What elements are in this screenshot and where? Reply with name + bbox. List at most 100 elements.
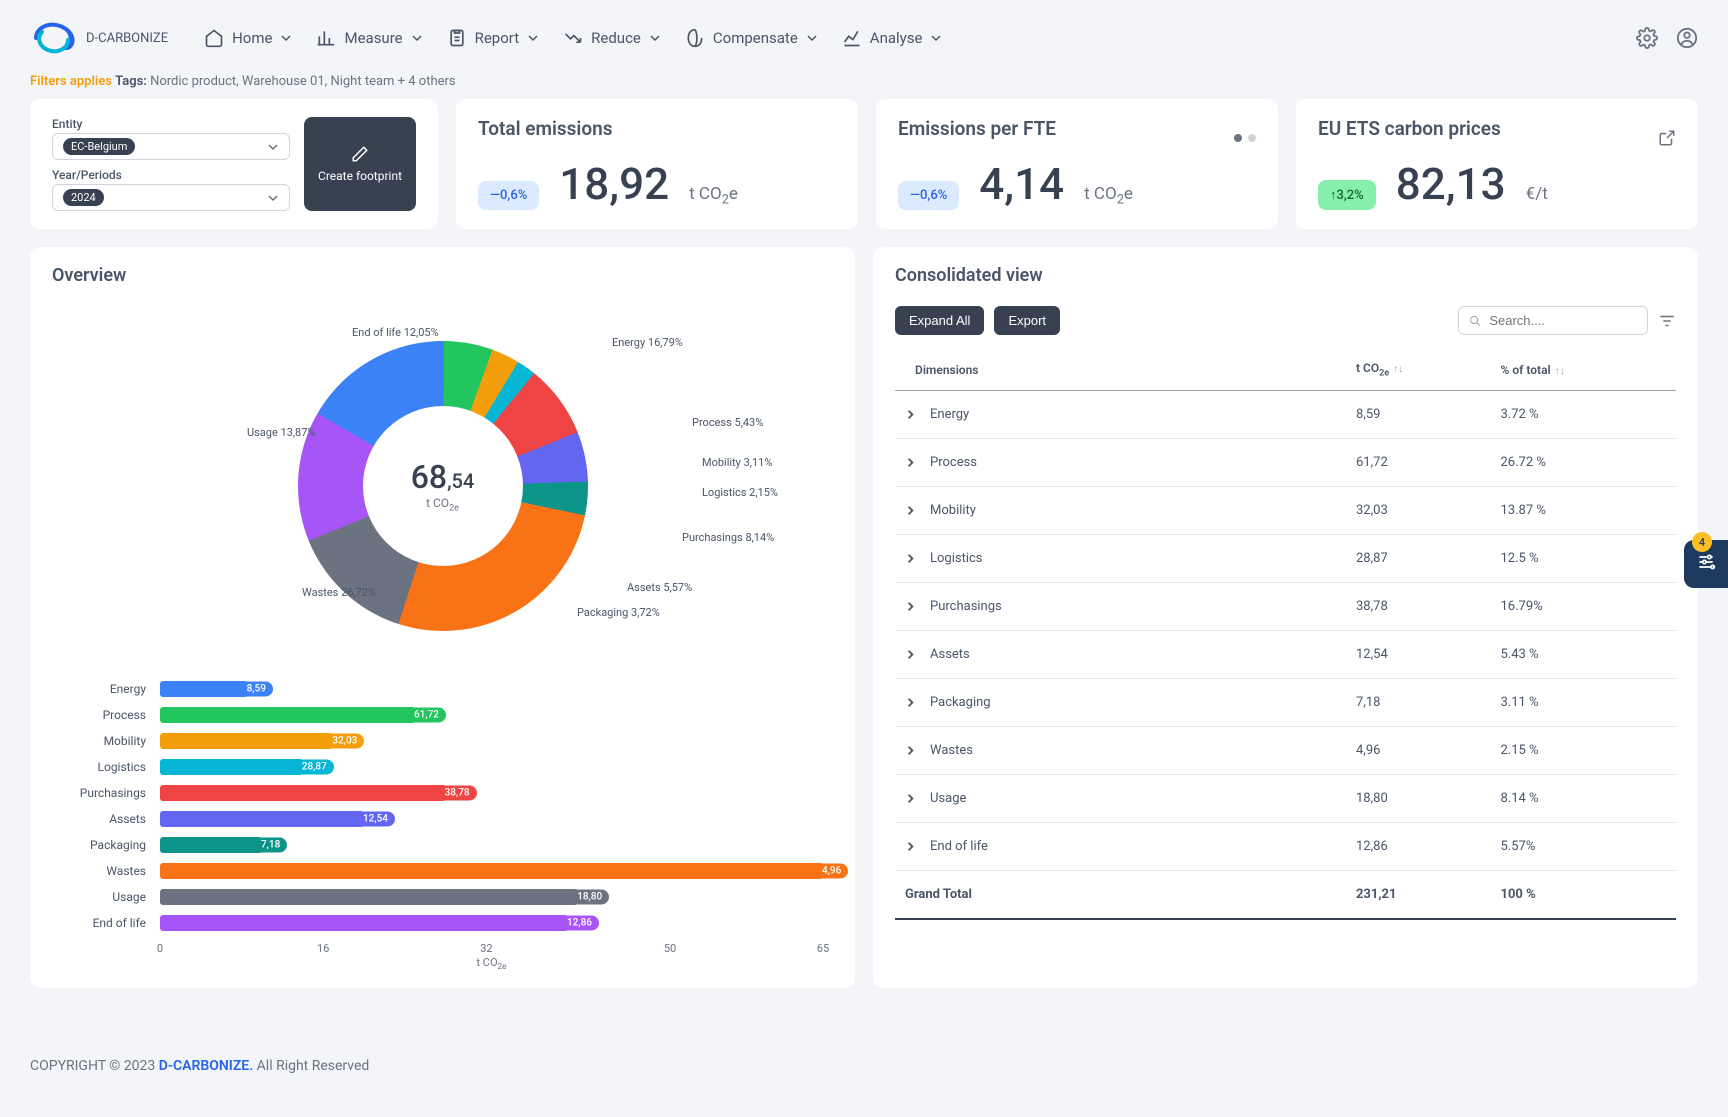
col-dimensions[interactable]: Dimensions: [915, 363, 978, 377]
x-tick: 16: [317, 942, 329, 955]
entity-label: Entity: [52, 117, 290, 131]
year-select[interactable]: 2024: [52, 184, 290, 211]
dim-pct: 2.15 %: [1492, 727, 1676, 775]
table-row[interactable]: Purchasings38,7816.79%: [895, 583, 1676, 631]
search-input[interactable]: [1489, 313, 1637, 328]
chevron-right-icon[interactable]: [905, 649, 916, 660]
donut-slice-label: Logistics 2,15%: [702, 486, 778, 499]
chevron-right-icon[interactable]: [905, 697, 916, 708]
bar-track: 32,03: [160, 733, 823, 749]
nav-label: Home: [232, 29, 272, 47]
dim-pct: 3.72 %: [1492, 391, 1676, 439]
settings-icon[interactable]: [1636, 27, 1658, 49]
side-widget[interactable]: 4: [1684, 540, 1728, 588]
dim-value: 38,78: [1348, 583, 1493, 631]
bar-row: Logistics28,87: [52, 754, 823, 780]
nav-measure[interactable]: Measure: [316, 28, 422, 48]
table-toolbar: Expand All Export: [895, 306, 1676, 335]
nav-report[interactable]: Report: [447, 28, 540, 48]
pencil-icon: [351, 145, 369, 163]
bar-value-label: 7,18: [254, 838, 287, 853]
donut-slice-label: Purchasings 8,14%: [682, 531, 774, 544]
col-tco2[interactable]: t CO2e: [1356, 361, 1389, 375]
dim-label: Assets: [930, 647, 970, 662]
chevron-down-icon: [806, 32, 818, 44]
bar-category-label: Usage: [52, 890, 152, 904]
kpi-unit: t CO2e: [1084, 184, 1133, 207]
kpi-title: Emissions per FTE: [898, 117, 1056, 140]
chevron-right-icon[interactable]: [905, 553, 916, 564]
nav-label: Report: [475, 29, 520, 47]
side-badge-count: 4: [1692, 532, 1712, 552]
dot-active: [1234, 134, 1242, 142]
dim-value: 12,54: [1348, 631, 1493, 679]
bar-row: Purchasings38,78: [52, 780, 823, 806]
bar-chart: Energy8,59Process61,72Mobility32,03Logis…: [52, 676, 833, 970]
table-row[interactable]: Logistics28,8712.5 %: [895, 535, 1676, 583]
table-row[interactable]: Assets12,545.43 %: [895, 631, 1676, 679]
entity-value: EC-Belgium: [63, 138, 135, 155]
chevron-right-icon[interactable]: [905, 793, 916, 804]
bar-category-label: Process: [52, 708, 152, 722]
nav-label: Reduce: [591, 29, 641, 47]
filter-icon[interactable]: [1658, 312, 1676, 330]
donut-slice-label: Usage 13,87%: [247, 426, 315, 439]
entity-card: Entity EC-Belgium Year/Periods 2024 Cr: [30, 99, 438, 229]
chevron-right-icon[interactable]: [905, 745, 916, 756]
nav-compensate[interactable]: Compensate: [685, 28, 818, 48]
table-row[interactable]: Usage18,808.14 %: [895, 775, 1676, 823]
x-tick: 65: [817, 942, 829, 955]
dim-pct: 12.5 %: [1492, 535, 1676, 583]
kpi-value: 82,13: [1396, 158, 1506, 210]
donut-slice-label: End of life 12,05%: [352, 326, 439, 339]
nav-home[interactable]: Home: [204, 28, 292, 48]
export-button[interactable]: Export: [994, 306, 1060, 335]
chevron-right-icon[interactable]: [905, 457, 916, 468]
carousel-dots[interactable]: [1234, 134, 1256, 142]
logo[interactable]: D-CARBONIZE: [30, 20, 168, 56]
nav-label: Compensate: [713, 29, 798, 47]
external-link-icon[interactable]: [1658, 129, 1676, 147]
bar-category-label: Assets: [52, 812, 152, 826]
table-row[interactable]: Packaging7,183.11 %: [895, 679, 1676, 727]
filters-tags[interactable]: Nordic product, Warehouse 01, Night team…: [150, 74, 456, 89]
table-row[interactable]: Process61,7226.72 %: [895, 439, 1676, 487]
donut-slice-label: Assets 5,57%: [627, 581, 692, 594]
chevron-down-icon: [267, 192, 279, 204]
bar-value-label: 18,80: [570, 890, 609, 905]
nav-analyse[interactable]: Analyse: [842, 28, 943, 48]
bar-category-label: Wastes: [52, 864, 152, 878]
chevron-right-icon[interactable]: [905, 409, 916, 420]
kpi-unit: €/t: [1526, 184, 1548, 204]
create-footprint-button[interactable]: Create footprint: [304, 117, 416, 211]
nav-label: Measure: [344, 29, 402, 47]
chevron-down-icon: [527, 32, 539, 44]
expand-all-button[interactable]: Expand All: [895, 306, 984, 335]
filters-tags-label: Tags:: [115, 74, 147, 89]
chevron-right-icon[interactable]: [905, 505, 916, 516]
entity-select[interactable]: EC-Belgium: [52, 133, 290, 160]
bar-track: 7,18: [160, 837, 823, 853]
nav-reduce[interactable]: Reduce: [563, 28, 661, 48]
search-box[interactable]: [1458, 306, 1648, 335]
sort-icon[interactable]: ↑↓: [1555, 366, 1565, 377]
bar-category-label: Packaging: [52, 838, 152, 852]
bar-row: Energy8,59: [52, 676, 823, 702]
dim-label: End of life: [930, 839, 988, 854]
sort-icon[interactable]: ↑↓: [1393, 364, 1403, 375]
dim-pct: 16.79%: [1492, 583, 1676, 631]
chevron-right-icon[interactable]: [905, 601, 916, 612]
main-nav: Home Measure Report Reduce Compensate An…: [204, 28, 1620, 48]
user-icon[interactable]: [1676, 27, 1698, 49]
col-pct[interactable]: % of total: [1500, 363, 1550, 377]
footer-brand: D-CARBONIZE.: [159, 1058, 253, 1074]
bar-value-label: 28,87: [295, 760, 334, 775]
chevron-right-icon[interactable]: [905, 841, 916, 852]
table-row[interactable]: Energy8,593.72 %: [895, 391, 1676, 439]
x-tick: 32: [480, 942, 492, 955]
table-row[interactable]: Wastes4,962.15 %: [895, 727, 1676, 775]
table-row[interactable]: End of life12,865.57%: [895, 823, 1676, 871]
dim-label: Usage: [930, 791, 966, 806]
table-row[interactable]: Mobility32,0313.87 %: [895, 487, 1676, 535]
bar-fill: [160, 811, 364, 827]
